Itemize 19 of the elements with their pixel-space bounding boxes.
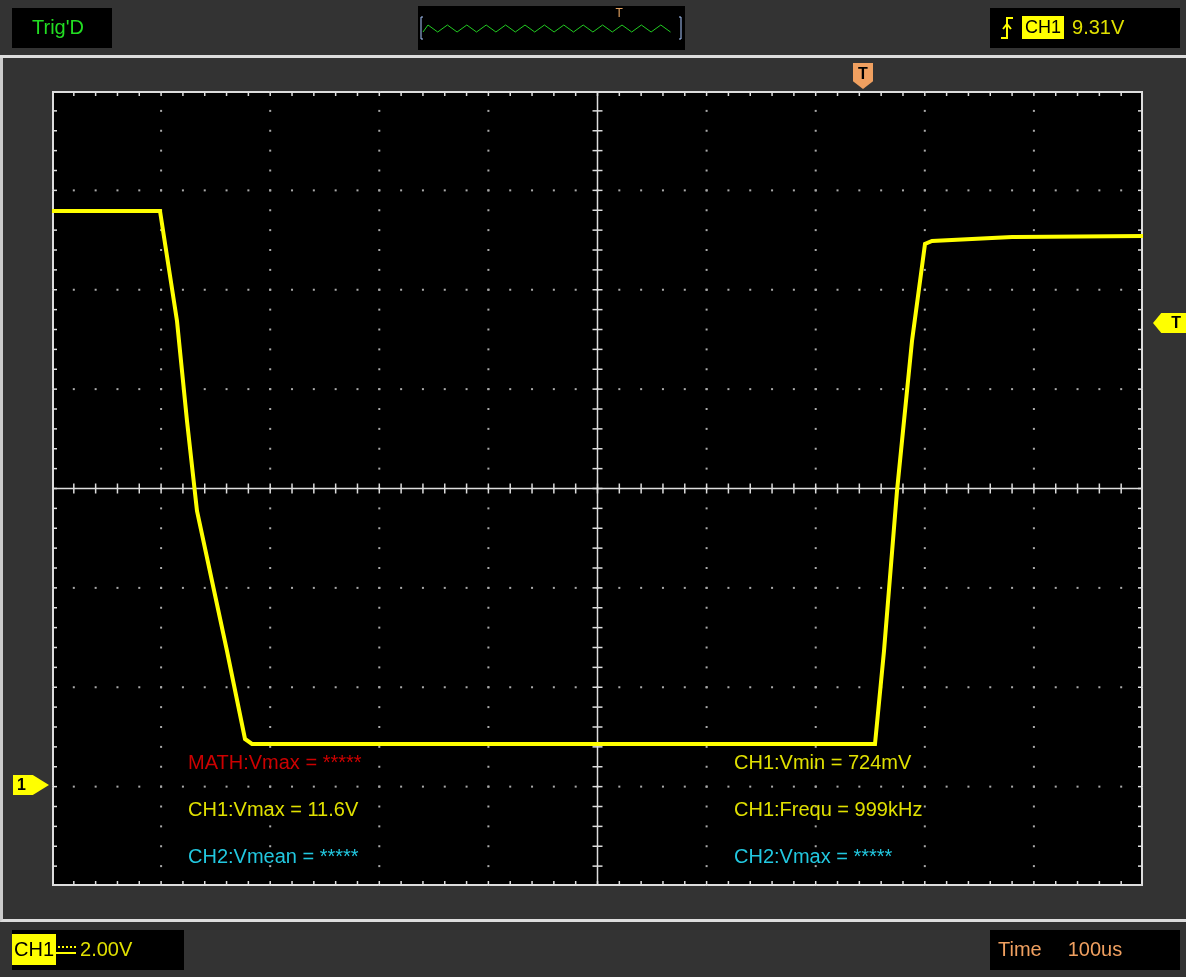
- channel-label: CH1: [12, 934, 56, 965]
- measurement-readout: CH2:Vmean = *****: [188, 845, 360, 867]
- trigger-marker: T: [615, 5, 623, 20]
- rising-edge-icon: [1000, 15, 1014, 40]
- measurement-readout: MATH:Vmax = *****: [188, 751, 363, 773]
- dc-coupling-icon: [56, 943, 76, 956]
- channel-marker: 1: [13, 775, 49, 795]
- trigger-status: Trig'D: [12, 7, 112, 48]
- timebase-label: Time: [998, 938, 1042, 961]
- measurement-readout: CH1:Frequ = 999kHz: [734, 798, 924, 820]
- measurement-readout: CH2:Vmax = *****: [734, 845, 894, 867]
- trigger-level-marker: T: [1153, 313, 1186, 333]
- trigger-source: CH1: [1022, 16, 1064, 39]
- measurement-readout: CH1:Vmax = 11.6V: [188, 798, 360, 820]
- channel-scale: 2.00V: [80, 938, 133, 961]
- timebase-value: 100us: [1067, 938, 1123, 961]
- trigger-voltage: 9.31V: [1072, 16, 1125, 39]
- measurement-readout: CH1:Vmin = 724mV: [734, 751, 913, 773]
- trigger-position-marker: T: [853, 63, 873, 89]
